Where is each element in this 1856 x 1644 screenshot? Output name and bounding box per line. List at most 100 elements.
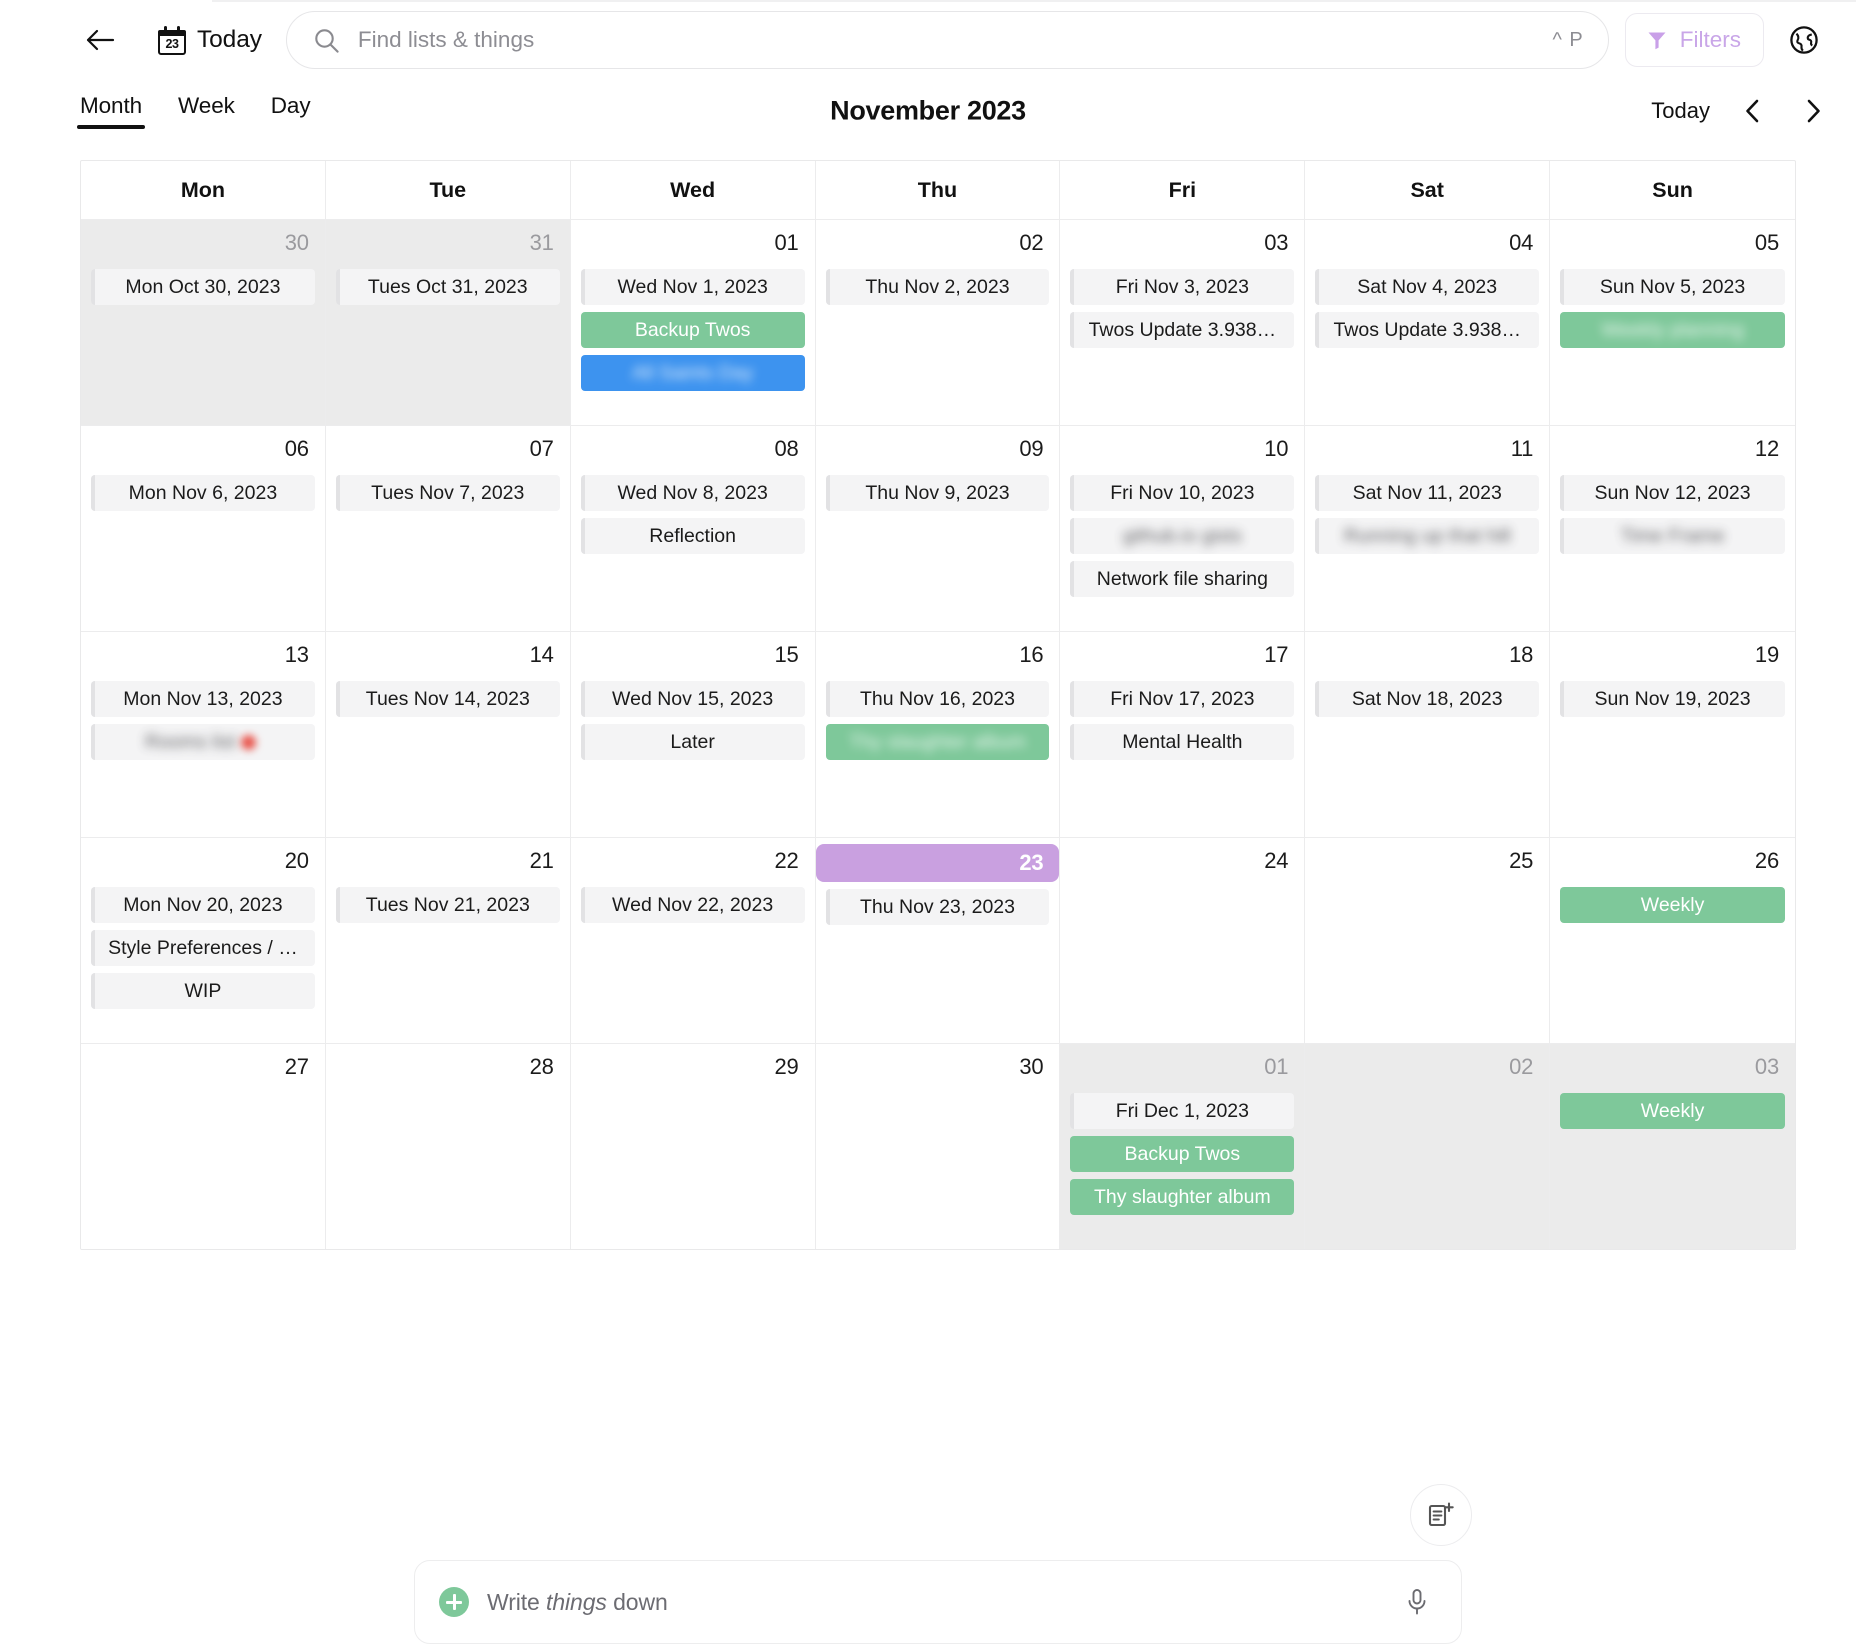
event-chip[interactable]: Sun Nov 12, 2023 [1560, 475, 1785, 511]
event-chip[interactable]: Twos Update 3.938… [1070, 312, 1295, 348]
day-cell-25[interactable]: 25 [1305, 837, 1551, 1043]
event-chip[interactable]: Thy slaughter album [825, 724, 1050, 760]
day-cell-20[interactable]: 20 Mon Nov 20, 2023 Style Preferences / … W… [81, 837, 326, 1043]
globe-button[interactable] [1778, 14, 1830, 66]
event-chip[interactable]: Time Frame [1560, 518, 1785, 554]
back-button[interactable] [80, 20, 120, 60]
day-cell-01[interactable]: 01 Wed Nov 1, 2023 Backup Twos All Saints D… [570, 219, 816, 425]
calendar-app: 23 Today ^ P Filters [0, 0, 1856, 1644]
event-chip[interactable]: Tues Nov 14, 2023 [335, 681, 560, 717]
day-cell-19[interactable]: 19 Sun Nov 19, 2023 [1550, 631, 1795, 837]
event-chip[interactable]: Thu Nov 2, 2023 [825, 269, 1050, 305]
event-chip[interactable]: WIP [91, 973, 315, 1009]
event-chip[interactable]: Network file sharing [1070, 561, 1295, 597]
search-bar[interactable]: ^ P [285, 11, 1609, 69]
event-chip[interactable]: Mental Health [1070, 724, 1295, 760]
day-cell-06[interactable]: 06 Mon Nov 6, 2023 [81, 425, 326, 631]
day-cell-14[interactable]: 14 Tues Nov 14, 2023 [325, 631, 571, 837]
event-chip[interactable]: Thu Nov 16, 2023 [825, 681, 1050, 717]
event-chip[interactable]: github.io gists [1070, 518, 1295, 554]
day-cell-15[interactable]: 15 Wed Nov 15, 2023 Later [570, 631, 816, 837]
event-chip[interactable]: Mon Nov 20, 2023 [91, 887, 315, 923]
event-chip[interactable]: Later [580, 724, 805, 760]
event-chip[interactable]: Sun Nov 19, 2023 [1560, 681, 1785, 717]
day-cell-11[interactable]: 11 Sat Nov 11, 2023 Running up that hill [1305, 425, 1551, 631]
event-chip[interactable]: Thu Nov 9, 2023 [825, 475, 1050, 511]
day-cell-10[interactable]: 10 Fri Nov 10, 2023 github.io gists Network… [1060, 425, 1306, 631]
day-cell-21[interactable]: 21 Tues Nov 21, 2023 [325, 837, 571, 1043]
event-chip[interactable]: Sat Nov 11, 2023 [1315, 475, 1540, 511]
day-cell-29[interactable]: 29 [570, 1043, 816, 1249]
day-cell-24[interactable]: 24 [1060, 837, 1306, 1043]
day-cell-17[interactable]: 17 Fri Nov 17, 2023 Mental Health [1060, 631, 1306, 837]
day-cell-02[interactable]: 02 Thu Nov 2, 2023 [815, 219, 1061, 425]
event-chip[interactable]: Twos Update 3.938… [1315, 312, 1540, 348]
day-cell-16[interactable]: 16 Thu Nov 16, 2023 Thy slaughter album [815, 631, 1061, 837]
event-chip[interactable]: Running up that hill [1315, 518, 1540, 554]
search-input[interactable] [357, 27, 1553, 53]
day-cell-13[interactable]: 13 Mon Nov 13, 2023 Rooms list [81, 631, 326, 837]
event-chip[interactable]: Fri Nov 10, 2023 [1070, 475, 1295, 511]
event-chip[interactable]: Thu Nov 23, 2023 [825, 889, 1050, 925]
day-cell-27[interactable]: 27 [81, 1043, 326, 1249]
event-chip[interactable]: Wed Nov 15, 2023 [580, 681, 805, 717]
tab-week[interactable]: Week [178, 93, 235, 129]
day-cell-03[interactable]: 03 Weekly [1550, 1043, 1795, 1249]
day-cell-30[interactable]: 30 Mon Oct 30, 2023 [81, 219, 326, 425]
event-chip[interactable]: Weekly [1560, 1093, 1785, 1129]
day-cell-05[interactable]: 05 Sun Nov 5, 2023 Weekly planning [1550, 219, 1795, 425]
event-chip[interactable]: Fri Nov 17, 2023 [1070, 681, 1295, 717]
day-cell-08[interactable]: 08 Wed Nov 8, 2023 Reflection [570, 425, 816, 631]
event-chip[interactable]: Style Preferences / … [91, 930, 315, 966]
event-chip[interactable]: Sat Nov 18, 2023 [1315, 681, 1540, 717]
day-cell-28[interactable]: 28 [325, 1043, 571, 1249]
event-chip[interactable]: Wed Nov 1, 2023 [580, 269, 805, 305]
event-chip[interactable]: Weekly planning [1560, 312, 1785, 348]
plus-circle-icon[interactable] [439, 1587, 469, 1617]
composer-bar[interactable]: Write things down [414, 1560, 1462, 1644]
event-chip[interactable]: Tues Oct 31, 2023 [335, 269, 560, 305]
event-chip[interactable]: Rooms list [91, 724, 315, 760]
day-cell-04[interactable]: 04 Sat Nov 4, 2023 Twos Update 3.938… [1305, 219, 1551, 425]
event-chip[interactable]: Fri Nov 3, 2023 [1070, 269, 1295, 305]
new-note-button[interactable] [1410, 1484, 1472, 1546]
day-cell-18[interactable]: 18 Sat Nov 18, 2023 [1305, 631, 1551, 837]
filters-button[interactable]: Filters [1624, 13, 1764, 67]
event-chip[interactable]: Sun Nov 5, 2023 [1560, 269, 1785, 305]
event-chip[interactable]: Wed Nov 8, 2023 [580, 475, 805, 511]
event-chip[interactable]: Fri Dec 1, 2023 [1070, 1093, 1295, 1129]
day-cell-31[interactable]: 31 Tues Oct 31, 2023 [325, 219, 571, 425]
event-chip[interactable]: Mon Oct 30, 2023 [91, 269, 315, 305]
event-chip[interactable]: Wed Nov 22, 2023 [580, 887, 805, 923]
event-chip[interactable]: Sat Nov 4, 2023 [1315, 269, 1540, 305]
day-cell-12[interactable]: 12 Sun Nov 12, 2023 Time Frame [1550, 425, 1795, 631]
next-month-button[interactable] [1796, 94, 1830, 128]
day-cell-03[interactable]: 03 Fri Nov 3, 2023 Twos Update 3.938… [1060, 219, 1306, 425]
day-cell-07[interactable]: 07 Tues Nov 7, 2023 [325, 425, 571, 631]
event-chip[interactable]: All Saints Day [580, 355, 805, 391]
microphone-button[interactable] [1399, 1584, 1435, 1620]
day-cell-23[interactable]: 23 Thu Nov 23, 2023 [815, 837, 1061, 1043]
day-cell-30[interactable]: 30 [815, 1043, 1061, 1249]
event-chip[interactable]: Mon Nov 13, 2023 [91, 681, 315, 717]
event-chip[interactable]: Tues Nov 21, 2023 [335, 887, 560, 923]
day-cell-26[interactable]: 26 Weekly [1550, 837, 1795, 1043]
day-cell-22[interactable]: 22 Wed Nov 22, 2023 [570, 837, 816, 1043]
composer-input[interactable]: Write things down [487, 1589, 1399, 1616]
tab-month[interactable]: Month [76, 93, 146, 129]
tab-day[interactable]: Day [271, 93, 311, 129]
day-cell-09[interactable]: 09 Thu Nov 9, 2023 [815, 425, 1061, 631]
previous-month-button[interactable] [1736, 94, 1770, 128]
chevron-right-icon [1807, 99, 1820, 123]
event-chip[interactable]: Backup Twos [580, 312, 805, 348]
today-button[interactable]: Today [1651, 98, 1710, 124]
day-cell-01[interactable]: 01 Fri Dec 1, 2023 Backup Twos Thy slaughte… [1060, 1043, 1306, 1249]
event-chip[interactable]: Weekly [1560, 887, 1785, 923]
event-chip[interactable]: Tues Nov 7, 2023 [335, 475, 560, 511]
event-chip[interactable]: Mon Nov 6, 2023 [91, 475, 315, 511]
event-chip[interactable]: Thy slaughter album [1070, 1179, 1295, 1215]
event-chip[interactable]: Reflection [580, 518, 805, 554]
event-chip[interactable]: Backup Twos [1070, 1136, 1295, 1172]
today-jump-button[interactable]: 23 Today [158, 25, 262, 55]
day-cell-02[interactable]: 02 [1305, 1043, 1551, 1249]
